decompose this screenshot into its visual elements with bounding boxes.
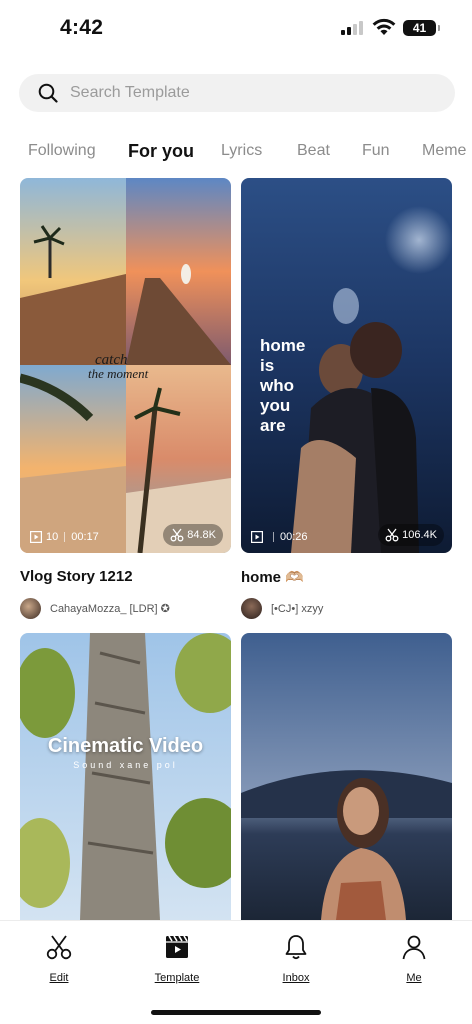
scissors-icon	[46, 935, 72, 960]
svg-text:the moment: the moment	[88, 366, 149, 381]
clip-icon	[251, 531, 263, 543]
template-title[interactable]: Vlog Story 1212	[20, 568, 133, 585]
tree-trunk-image	[20, 633, 231, 920]
usage-count-badge: 84.8K	[163, 524, 223, 546]
overlay-title: Cinematic Video	[47, 735, 204, 757]
template-title[interactable]: home 🫶🏼	[241, 568, 304, 586]
tab-meme[interactable]: Meme	[422, 142, 466, 160]
template-meta: 00:26	[251, 531, 308, 543]
usage-count-badge: 106.4K	[378, 524, 444, 546]
usage-count: 84.8K	[187, 529, 216, 541]
clip-count: 10	[46, 531, 59, 543]
search-icon	[38, 83, 58, 103]
tab-fun[interactable]: Fun	[362, 142, 390, 160]
cellular-signal-icon	[341, 21, 365, 35]
author-name: CahayaMozza_ [LDR] ✪	[50, 603, 170, 615]
overlay-text: home is who you are	[260, 336, 306, 435]
status-time: 4:42	[60, 16, 104, 39]
template-thumbnail[interactable]: home is who you are 00:26 106.4K	[241, 178, 452, 553]
nav-label: Template	[154, 972, 200, 984]
template-author[interactable]: CahayaMozza_ [LDR] ✪	[20, 598, 170, 619]
template-thumbnail[interactable]	[241, 633, 452, 920]
home-indicator	[151, 1010, 321, 1015]
search-bar[interactable]	[19, 74, 455, 112]
duration: 00:17	[71, 531, 99, 543]
nav-me[interactable]: Me	[369, 933, 459, 984]
avatar	[241, 598, 262, 619]
category-tabs: Following For you Lyrics Beat Fun Meme	[0, 142, 472, 168]
nav-label: Me	[406, 972, 422, 984]
scissors-icon	[170, 528, 184, 542]
scissors-icon	[385, 528, 399, 542]
wifi-icon	[372, 18, 396, 35]
template-meta: 10 00:17	[30, 531, 99, 543]
overlay-subtitle: Sound xane pol	[73, 760, 178, 770]
nav-label: Edit	[49, 972, 69, 984]
nav-inbox[interactable]: Inbox	[251, 933, 341, 984]
battery-indicator: 41	[403, 20, 440, 36]
status-bar: 4:42 41	[0, 0, 472, 56]
author-name: [•CJ•] xzyy	[271, 602, 324, 615]
search-input[interactable]	[70, 74, 440, 112]
template-author[interactable]: [•CJ•] xzyy	[241, 598, 323, 619]
nav-template[interactable]: Template	[132, 933, 222, 984]
tab-for-you[interactable]: For you	[128, 142, 194, 162]
usage-count: 106.4K	[402, 529, 437, 541]
tab-beat[interactable]: Beat	[297, 142, 330, 160]
clip-icon	[30, 531, 42, 543]
clapperboard-icon	[166, 935, 188, 958]
beach-portrait-image	[241, 633, 452, 920]
tab-following[interactable]: Following	[28, 142, 96, 160]
nav-edit[interactable]: Edit	[14, 933, 104, 984]
template-thumbnail[interactable]: Cinematic Video Sound xane pol	[20, 633, 231, 920]
person-icon	[402, 935, 426, 960]
template-thumbnail[interactable]: catch the moment 10 00:17 84.8K	[20, 178, 231, 553]
beach-collage-image: catch the moment	[20, 178, 231, 553]
tab-lyrics[interactable]: Lyrics	[221, 142, 262, 160]
bell-icon	[285, 935, 307, 960]
avatar	[20, 598, 41, 619]
duration: 00:26	[280, 531, 308, 543]
bottom-navigation: Edit Template Inbox Me	[0, 920, 472, 1024]
nav-label: Inbox	[282, 972, 310, 984]
